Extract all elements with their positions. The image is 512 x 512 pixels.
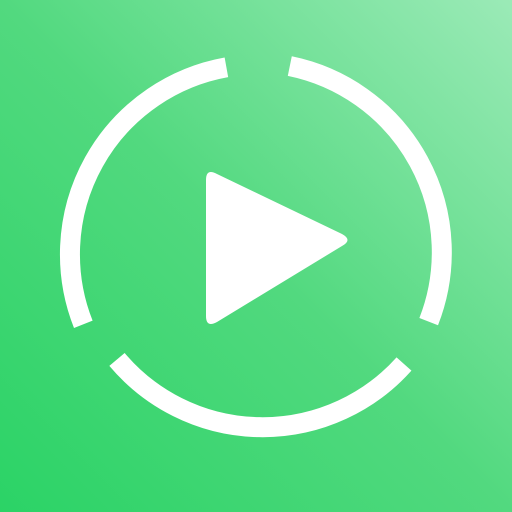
app-icon-graphic — [0, 0, 512, 512]
app-icon — [0, 0, 512, 512]
